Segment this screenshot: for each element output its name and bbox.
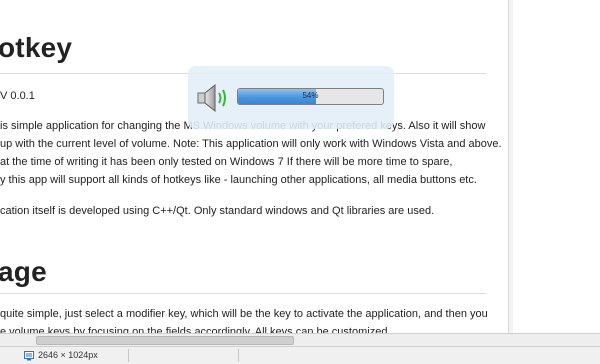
paragraph-line: at the time of writing it has been only … xyxy=(0,156,453,168)
scrollbar-thumb[interactable] xyxy=(36,336,294,345)
status-divider xyxy=(238,349,239,362)
status-divider xyxy=(128,349,129,362)
volume-osd: 54% xyxy=(188,66,394,129)
speaker-icon xyxy=(197,83,226,113)
right-pane xyxy=(513,0,600,333)
image-dimensions: 2646 × 1024px xyxy=(38,350,98,360)
document-page: otkey V 0.0.1 is simple application for … xyxy=(0,0,509,333)
volume-progress-bar: 54% xyxy=(237,88,384,105)
paragraph-line: y this app will support all kinds of hot… xyxy=(0,174,477,186)
volume-percent-label: 54% xyxy=(302,91,319,100)
paragraph-line: quite simple, just select a modifier key… xyxy=(0,308,488,320)
image-size-icon xyxy=(24,351,34,361)
paragraph-line: cation itself is developed using C++/Qt.… xyxy=(0,205,435,217)
horizontal-scrollbar[interactable] xyxy=(0,333,600,346)
version-text: V 0.0.1 xyxy=(0,90,35,102)
status-bar: 2646 × 1024px xyxy=(0,346,600,364)
heading-rule xyxy=(0,293,486,294)
heading-usage: age xyxy=(0,256,47,287)
paragraph-line: up with the current level of volume. Not… xyxy=(0,138,502,150)
heading-hotkey: otkey xyxy=(0,32,73,63)
paragraph-line: e volume keys by focusing on the fields … xyxy=(0,326,391,333)
